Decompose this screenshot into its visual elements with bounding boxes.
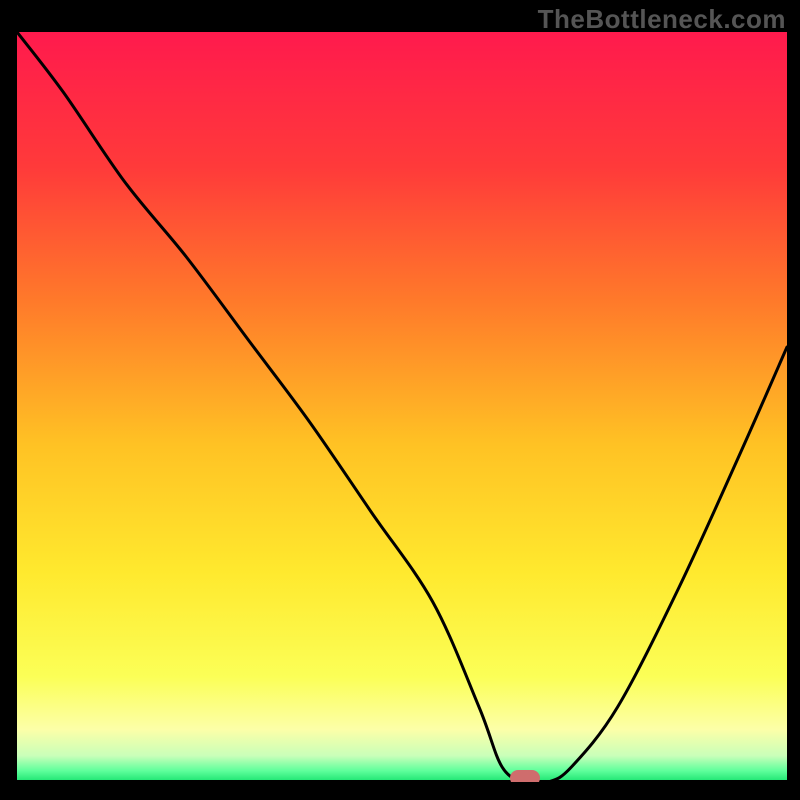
plot-area — [17, 32, 787, 782]
optimal-marker — [510, 770, 540, 782]
watermark-text: TheBottleneck.com — [538, 4, 786, 35]
plot-svg — [17, 32, 787, 782]
gradient-background — [17, 32, 787, 782]
chart-frame: TheBottleneck.com — [0, 0, 800, 800]
